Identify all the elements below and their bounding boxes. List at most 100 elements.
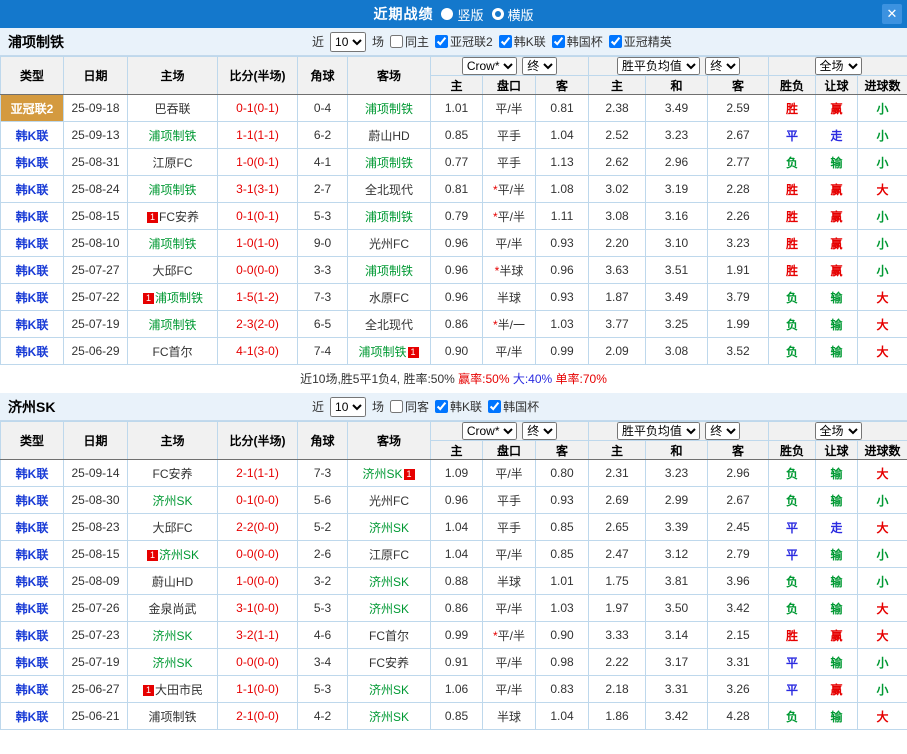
- away-team-cell: 济州SK: [347, 567, 431, 595]
- avg-draw-cell: 3.23: [645, 459, 709, 487]
- odds-source-select[interactable]: Crow*: [461, 422, 517, 440]
- radio-unselected-icon[interactable]: [441, 8, 454, 20]
- corner-cell: 3-4: [297, 648, 348, 676]
- filter-option-亚冠精英[interactable]: 亚冠精英: [608, 33, 672, 50]
- date-cell: 25-08-24: [63, 175, 128, 203]
- home-team-cell: 1 济州SK: [127, 540, 218, 568]
- layout-option-vertical[interactable]: 竖版: [441, 5, 484, 24]
- avg-home-cell: 2.20: [588, 229, 647, 257]
- league-cell: 韩K联: [0, 621, 64, 649]
- odds-away-cell: 0.98: [534, 648, 590, 676]
- avg-home-cell: 2.09: [588, 337, 647, 365]
- match-row: 韩K联 25-08-15 1 济州SK 0-0(0-0) 2-6 江原FC 1.04 平/半 0.…: [0, 540, 907, 568]
- filter-option-韩国杯[interactable]: 韩国杯: [488, 398, 539, 415]
- filter-option-韩K联[interactable]: 韩K联: [498, 33, 546, 50]
- handicap-cell: 平手: [482, 513, 536, 541]
- col-corner: 角球: [297, 421, 348, 460]
- corner-cell: 5-3: [297, 594, 348, 622]
- goals-cell: 小: [857, 256, 907, 284]
- score-cell: 0-1(0-0): [217, 486, 298, 514]
- team-label: 浦项制铁: [364, 101, 413, 116]
- avg-home-cell: 2.22: [588, 648, 647, 676]
- col-home: 主场: [127, 56, 218, 95]
- team-label: 济州SK: [368, 682, 409, 697]
- odds-home-cell: 0.91: [430, 648, 483, 676]
- filter-option-同主[interactable]: 同主: [390, 33, 429, 50]
- red-card-badge: 1: [403, 468, 415, 480]
- handicap-result-cell: 赢: [815, 175, 859, 203]
- score-cell: 0-1(0-1): [217, 94, 298, 122]
- odds-final-select[interactable]: 终: [522, 57, 558, 75]
- filter-checkbox[interactable]: [551, 35, 565, 48]
- odds-source-select[interactable]: Crow*: [461, 57, 517, 75]
- sub-goals: 进球数: [857, 75, 907, 95]
- filter-option-韩K联[interactable]: 韩K联: [435, 398, 482, 415]
- col-type: 类型: [0, 56, 64, 95]
- filter-option-亚冠联2[interactable]: 亚冠联2: [435, 33, 493, 50]
- odds-final-select[interactable]: 终: [522, 422, 558, 440]
- red-card-badge: 1: [142, 292, 154, 304]
- away-team-cell: 江原FC: [347, 540, 431, 568]
- team-label: 蔚山HD: [368, 128, 410, 143]
- filter-checkbox[interactable]: [608, 35, 622, 48]
- match-row: 韩K联 25-08-15 1 FC安养 0-1(0-1) 5-3 浦项制铁 0.79 *平/半 1…: [0, 202, 907, 230]
- filter-option-韩国杯[interactable]: 韩国杯: [551, 33, 603, 50]
- result-cell: 平: [768, 648, 817, 676]
- odds-away-cell: 1.01: [534, 567, 590, 595]
- scope-select[interactable]: 全场: [814, 422, 862, 440]
- layout-option-horizontal[interactable]: 横版: [491, 5, 534, 24]
- avg-home-cell: 2.69: [588, 486, 647, 514]
- match-count-select[interactable]: 10: [330, 31, 367, 52]
- date-cell: 25-06-29: [63, 337, 128, 365]
- avg-final-select[interactable]: 终: [705, 57, 741, 75]
- odds-home-cell: 0.96: [430, 283, 483, 311]
- odds-away-cell: 0.99: [534, 337, 590, 365]
- away-team-cell: 水原FC: [347, 283, 431, 311]
- away-team-cell: 全北现代: [347, 175, 431, 203]
- avg-home-cell: 2.65: [588, 513, 647, 541]
- home-team-cell: 济州SK: [127, 648, 218, 676]
- filter-checkbox[interactable]: [390, 400, 404, 413]
- sub-odds-away: 客: [534, 75, 590, 95]
- avg-final-select[interactable]: 终: [705, 422, 741, 440]
- team-label: FC首尔: [369, 628, 409, 643]
- close-icon[interactable]: ✕: [882, 4, 902, 24]
- handicap-result-cell: 赢: [815, 202, 859, 230]
- team-label: 光州FC: [369, 493, 409, 508]
- match-row: 韩K联 25-06-21 浦项制铁 2-1(0-0) 4-2 济州SK 0.85 半球 1.04…: [0, 702, 907, 730]
- radio-selected-icon[interactable]: [491, 8, 504, 20]
- avg-home-cell: 2.38: [588, 94, 647, 122]
- away-team-cell: 蔚山HD: [347, 121, 431, 149]
- handicap-result-cell: 输: [815, 283, 859, 311]
- filter-option-同客[interactable]: 同客: [390, 398, 429, 415]
- scope-select[interactable]: 全场: [814, 57, 862, 75]
- matches-table: 类型 日期 主场 比分(半场) 角球 客场 Crow* 终 胜平负均值 终 全场…: [0, 421, 907, 730]
- filter-checkbox[interactable]: [488, 400, 502, 413]
- filter-checkbox[interactable]: [435, 35, 449, 48]
- away-team-cell: 全北现代: [347, 310, 431, 338]
- avg-away-cell: 2.15: [707, 621, 770, 649]
- avg-draw-cell: 3.31: [645, 675, 709, 703]
- corner-cell: 5-2: [297, 513, 348, 541]
- odds-away-cell: 0.93: [534, 229, 590, 257]
- col-type: 类型: [0, 421, 64, 460]
- table-header-row-1: 类型 日期 主场 比分(半场) 角球 客场 Crow* 终 胜平负均值 终 全场: [0, 421, 907, 460]
- team-label: FC首尔: [152, 344, 193, 359]
- avg-source-select[interactable]: 胜平负均值: [616, 57, 700, 75]
- handicap-cell: 平/半: [482, 337, 536, 365]
- match-count-select[interactable]: 10: [330, 396, 367, 417]
- avg-home-cell: 1.97: [588, 594, 647, 622]
- sub-handicap-result: 让球: [815, 440, 859, 460]
- filter-checkbox[interactable]: [435, 400, 449, 413]
- avg-source-select[interactable]: 胜平负均值: [616, 422, 700, 440]
- goals-cell: 小: [857, 148, 907, 176]
- sub-result: 胜负: [768, 440, 817, 460]
- avg-group-header: 胜平负均值 终: [588, 421, 770, 441]
- filter-checkbox[interactable]: [390, 35, 404, 48]
- goals-cell: 大: [857, 459, 907, 487]
- avg-away-cell: 1.91: [707, 256, 770, 284]
- sub-avg-away: 客: [707, 440, 770, 460]
- league-cell: 韩K联: [0, 702, 64, 730]
- filter-checkbox[interactable]: [498, 35, 512, 48]
- col-date: 日期: [63, 421, 128, 460]
